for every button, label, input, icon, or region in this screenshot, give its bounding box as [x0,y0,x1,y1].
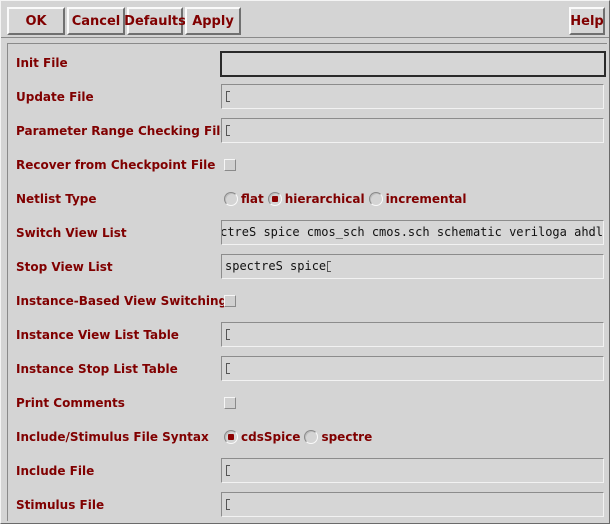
radio-icon [368,192,383,206]
radio-selected-icon [267,192,282,206]
file-syntax-radio-group: cdsSpice spectre [224,420,376,454]
text-cursor-icon [226,329,230,340]
text-cursor-icon [327,261,332,272]
radio-icon [304,430,319,444]
file-syntax-label: Include/Stimulus File Syntax [16,430,209,444]
file-syntax-row: Include/Stimulus File Syntax cdsSpice sp… [8,420,608,454]
apply-button[interactable]: Apply [185,7,241,35]
update-file-label: Update File [16,90,94,104]
init-file-field[interactable] [220,51,606,77]
netlist-type-incremental-label: incremental [385,192,467,206]
netlist-type-hierarchical-label: hierarchical [284,192,365,206]
stimulus-file-row: Stimulus File [8,488,608,522]
include-file-field[interactable] [221,458,604,483]
switch-view-list-value: spectreS spice cmos_sch cmos.sch schemat… [221,225,603,239]
toolbar: OK Cancel Defaults Apply Help [1,1,609,38]
instance-stop-list-table-field[interactable] [221,356,604,381]
stop-view-list-label: Stop View List [16,260,113,274]
init-file-label: Init File [16,56,68,70]
text-cursor-icon [226,465,230,476]
switch-view-list-row: Switch View List spectreS spice cmos_sch… [8,216,608,250]
recover-checkpoint-checkbox[interactable] [224,159,236,171]
stimulus-file-label: Stimulus File [16,498,105,512]
instance-view-switching-row: Instance-Based View Switching [8,284,608,318]
help-button[interactable]: Help [569,7,605,35]
param-range-label: Parameter Range Checking File [16,124,229,138]
defaults-button[interactable]: Defaults [124,7,186,35]
instance-view-list-table-row: Instance View List Table [8,318,608,352]
recover-checkpoint-row: Recover from Checkpoint File [8,148,608,182]
text-cursor-icon [226,125,230,136]
print-comments-checkbox[interactable] [224,397,236,409]
switch-view-list-field[interactable]: spectreS spice cmos_sch cmos.sch schemat… [221,220,604,245]
print-comments-label: Print Comments [16,396,125,410]
instance-stop-list-table-row: Instance Stop List Table [8,352,608,386]
param-range-field[interactable] [221,118,604,143]
instance-stop-list-table-label: Instance Stop List Table [16,362,178,376]
netlist-type-label: Netlist Type [16,192,97,206]
netlist-type-flat-label: flat [241,192,264,206]
radio-icon [224,192,238,206]
file-syntax-cdsspice-option[interactable]: cdsSpice [224,430,300,444]
include-file-label: Include File [16,464,95,478]
file-syntax-spectre-option[interactable]: spectre [304,430,372,444]
print-comments-row: Print Comments [8,386,608,420]
stimulus-file-field[interactable] [221,492,604,517]
netlist-type-flat-option[interactable]: flat [224,192,264,206]
ok-button[interactable]: OK [7,7,65,35]
stop-view-list-row: Stop View List spectreS spice [8,250,608,284]
instance-view-switching-checkbox[interactable] [224,295,236,307]
stop-view-list-field[interactable]: spectreS spice [221,254,604,279]
stop-view-list-value: spectreS spice [225,259,327,273]
include-file-row: Include File [8,454,608,488]
instance-view-switching-label: Instance-Based View Switching [16,294,228,308]
cancel-button[interactable]: Cancel [67,7,125,35]
radio-selected-icon [224,430,238,444]
update-file-field[interactable] [221,84,604,109]
init-file-row: Init File [8,46,608,80]
text-cursor-icon [226,499,230,510]
instance-view-list-table-field[interactable] [221,322,604,347]
file-syntax-spectre-label: spectre [321,430,373,444]
update-file-row: Update File [8,80,608,114]
param-range-row: Parameter Range Checking File [8,114,608,148]
netlist-type-row: Netlist Type flat hierarchical increment… [8,182,608,216]
netlist-type-hierarchical-option[interactable]: hierarchical [267,192,365,206]
text-cursor-icon [226,91,230,102]
netlist-type-radio-group: flat hierarchical incremental [224,182,471,216]
file-syntax-cdsspice-label: cdsSpice [241,430,301,444]
switch-view-list-label: Switch View List [16,226,127,240]
recover-checkpoint-label: Recover from Checkpoint File [16,158,216,172]
text-cursor-icon [226,363,230,374]
instance-view-list-table-label: Instance View List Table [16,328,179,342]
netlist-type-incremental-option[interactable]: incremental [368,192,467,206]
form-panel: Init File Update File Parameter Range Ch… [7,43,607,521]
netlist-options-dialog: OK Cancel Defaults Apply Help Init File … [0,0,610,524]
